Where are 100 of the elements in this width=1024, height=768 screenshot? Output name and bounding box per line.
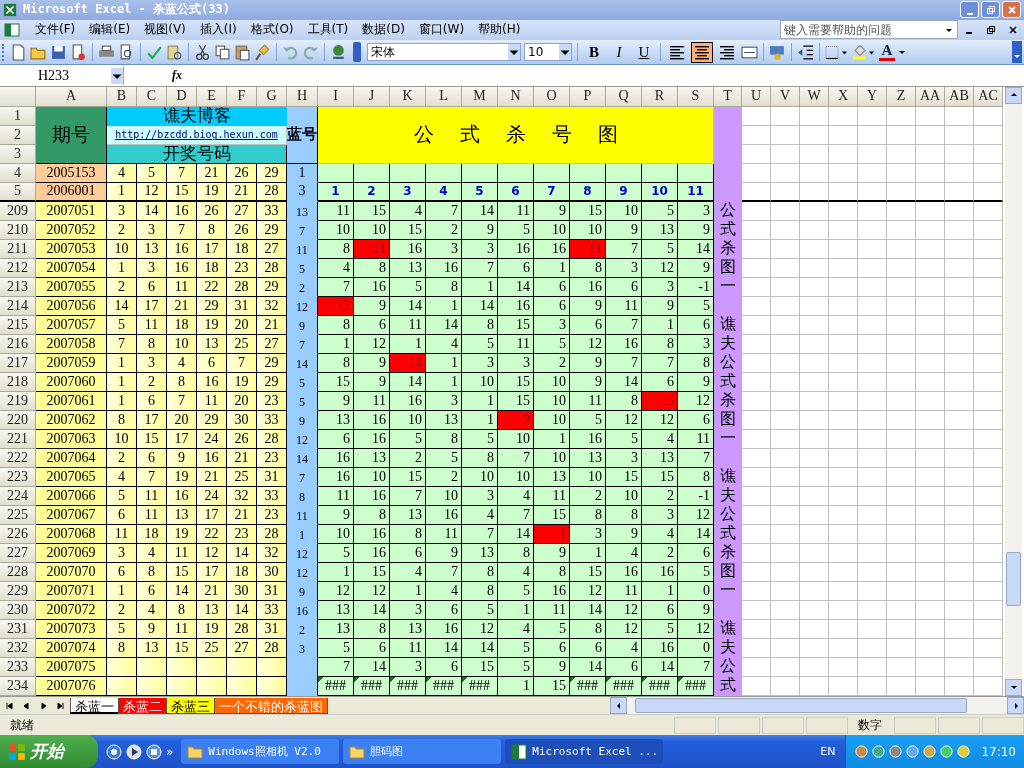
menu-item[interactable]: 文件(F) xyxy=(28,21,83,39)
column-header[interactable]: M xyxy=(462,86,498,107)
column-header[interactable]: L xyxy=(426,86,462,107)
align-button[interactable] xyxy=(691,41,713,63)
vertical-scrollbar[interactable] xyxy=(1005,86,1022,696)
column-header[interactable]: D xyxy=(167,86,197,107)
column-header[interactable]: V xyxy=(771,86,800,107)
menu-item[interactable]: 窗口(W) xyxy=(411,21,472,39)
font-dropdown[interactable]: 宋体 xyxy=(367,43,521,62)
browser-icon[interactable] xyxy=(106,743,122,760)
format-painter-icon[interactable] xyxy=(254,43,271,61)
caret-icon xyxy=(559,44,571,61)
column-header[interactable]: O xyxy=(534,86,570,107)
hyperlink-icon[interactable] xyxy=(330,43,347,61)
decrease-indent-icon[interactable] xyxy=(797,43,814,61)
name-box[interactable]: H233 xyxy=(0,66,124,86)
column-header[interactable]: C xyxy=(137,86,167,107)
down-arrow-icon[interactable] xyxy=(1009,683,1018,692)
column-header[interactable]: Q xyxy=(606,86,642,107)
copy-icon[interactable] xyxy=(214,43,231,61)
toolbar-handle[interactable] xyxy=(2,43,7,61)
minimize-icon xyxy=(966,12,973,15)
quick-launch-more[interactable]: » xyxy=(166,744,174,759)
caret-icon[interactable] xyxy=(898,48,906,57)
sheet-tab[interactable]: 杀蓝一 xyxy=(70,697,119,714)
format-button[interactable]: I xyxy=(608,42,630,63)
tray-icon[interactable] xyxy=(956,744,972,759)
taskbar-button[interactable]: 胆码图 xyxy=(343,739,502,764)
column-header[interactable]: Y xyxy=(858,86,887,107)
horizontal-scrollbar[interactable] xyxy=(610,697,1024,715)
column-header[interactable]: K xyxy=(390,86,426,107)
sheet-tab[interactable]: 杀蓝三 xyxy=(166,697,215,714)
column-header[interactable]: A xyxy=(36,86,107,107)
column-header[interactable]: S xyxy=(678,86,714,107)
restore-button[interactable] xyxy=(981,1,1000,19)
borders-icon[interactable] xyxy=(825,43,849,61)
research-icon[interactable] xyxy=(166,43,183,61)
column-header[interactable]: AB xyxy=(945,86,974,107)
close-icon[interactable] xyxy=(1008,24,1018,35)
column-header[interactable]: E xyxy=(197,86,227,107)
save-icon[interactable] xyxy=(50,43,67,61)
sheet-nav-icon[interactable] xyxy=(57,701,66,710)
taskbar-button[interactable]: Microsoft Excel ... xyxy=(505,739,664,764)
column-header[interactable]: F xyxy=(227,86,257,107)
insert-function-button[interactable]: fx xyxy=(124,68,188,84)
column-header[interactable]: U xyxy=(742,86,771,107)
font-size-dropdown[interactable]: 10 xyxy=(524,43,572,62)
column-header[interactable]: G xyxy=(257,86,287,107)
sheet-tab[interactable]: 杀蓝二 xyxy=(118,697,167,714)
cut-icon[interactable] xyxy=(194,43,211,61)
column-header[interactable]: W xyxy=(800,86,829,107)
format-button[interactable]: U xyxy=(633,42,655,63)
column-header[interactable]: J xyxy=(354,86,390,107)
table-cell: 蓝号 xyxy=(287,106,318,164)
media-player-icon[interactable] xyxy=(126,743,142,760)
font-color-button[interactable]: A xyxy=(879,42,895,63)
new-document-icon[interactable] xyxy=(10,43,27,61)
column-header[interactable]: I xyxy=(318,86,354,107)
blog-link[interactable]: http://bzcdd.biog.hexun.com xyxy=(115,129,278,141)
column-header[interactable]: AC xyxy=(974,86,1003,107)
folder-icon xyxy=(187,743,204,760)
menu-item[interactable]: 帮助(H) xyxy=(471,21,528,39)
restore-icon[interactable] xyxy=(986,24,996,35)
select-all-button[interactable] xyxy=(0,86,36,107)
column-header[interactable]: N xyxy=(498,86,534,107)
column-header[interactable]: T xyxy=(714,86,742,107)
toolbar-options-icon[interactable] xyxy=(1012,41,1022,64)
document-icon[interactable] xyxy=(70,43,87,61)
toolbar-handle[interactable] xyxy=(353,42,361,63)
sheet-nav-icon[interactable] xyxy=(4,701,13,710)
help-search-field[interactable]: 键入需要帮助的问题 xyxy=(780,20,958,40)
scroll-thumb[interactable] xyxy=(635,698,967,714)
language-indicator[interactable]: EN xyxy=(810,745,846,758)
excel-icon xyxy=(3,2,17,17)
menu-item[interactable]: 工具(T) xyxy=(300,21,356,39)
caret-icon xyxy=(111,67,123,84)
column-header[interactable]: Z xyxy=(887,86,916,107)
taskbar-button[interactable]: Windows照相机 V2.0 xyxy=(181,739,340,764)
spreadsheet-icon[interactable] xyxy=(4,21,20,38)
menu-item[interactable]: 数据(D) xyxy=(355,21,412,39)
column-header[interactable]: AA xyxy=(916,86,945,107)
menu-item[interactable]: 插入(I) xyxy=(192,21,244,39)
column-header[interactable]: X xyxy=(829,86,858,107)
minimize-button[interactable] xyxy=(960,1,979,19)
close-button[interactable] xyxy=(1002,1,1021,19)
clock: 17:10 xyxy=(981,744,1016,759)
messenger-icon[interactable] xyxy=(146,743,162,760)
format-button[interactable]: B xyxy=(583,42,605,63)
fill-color-icon[interactable] xyxy=(852,43,876,61)
column-header[interactable]: H xyxy=(287,86,318,107)
column-header[interactable]: R xyxy=(642,86,678,107)
paste-icon[interactable] xyxy=(234,43,251,61)
table-cell: 期号 xyxy=(36,106,107,164)
menu-item[interactable]: 编辑(E) xyxy=(82,21,138,39)
currency-icon[interactable] xyxy=(769,43,786,61)
scroll-thumb[interactable] xyxy=(1006,551,1021,606)
column-header[interactable]: P xyxy=(570,86,606,107)
column-header[interactable]: B xyxy=(107,86,137,107)
menu-item[interactable]: 格式(O) xyxy=(243,21,301,39)
menu-item[interactable]: 视图(V) xyxy=(137,21,193,39)
